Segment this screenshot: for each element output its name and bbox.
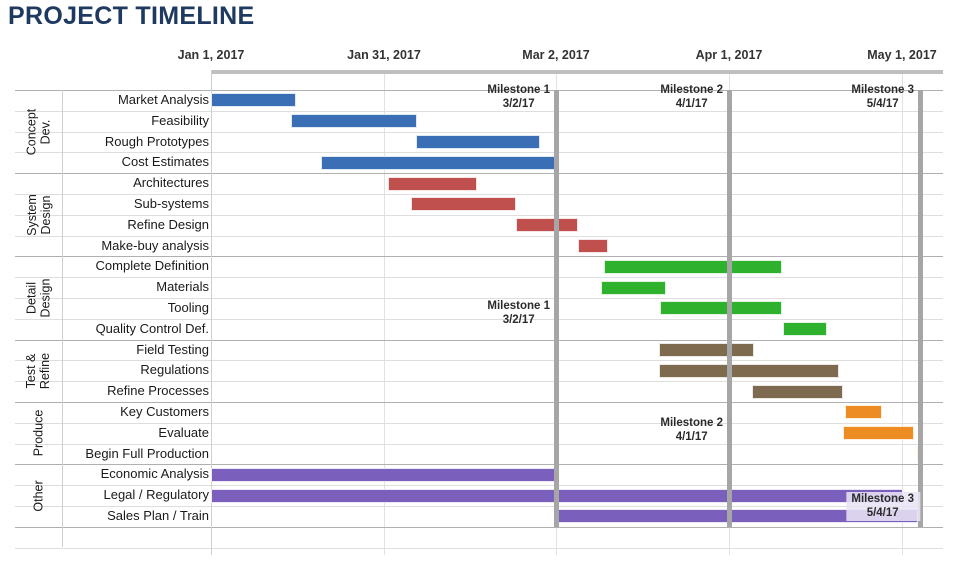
milestone-name: Milestone 2 <box>660 84 723 96</box>
milestone-name: Milestone 2 <box>660 417 723 429</box>
task-label: Quality Control Def. <box>95 320 209 336</box>
milestone-date: 3/2/17 <box>502 97 535 110</box>
group-label-text: Concept Dev. <box>24 108 53 155</box>
axis-tick-label: May 1, 2017 <box>867 48 937 62</box>
axis-tick-label: Jan 31, 2017 <box>347 48 421 62</box>
group-label: Detail Design <box>15 256 62 339</box>
row-gridline <box>15 422 943 424</box>
task-bar[interactable] <box>211 93 296 108</box>
milestone-date: 4/1/17 <box>675 97 708 110</box>
task-bar[interactable] <box>411 197 516 212</box>
task-label: Tooling <box>167 300 209 315</box>
task-label: Cost Estimates <box>121 154 209 170</box>
group-label: Produce <box>15 402 62 464</box>
task-bar[interactable] <box>416 135 540 149</box>
axis-tick-label: Jan 1, 2017 <box>177 48 245 62</box>
task-label: Field Testing <box>136 341 209 357</box>
task-bar[interactable] <box>211 467 556 482</box>
task-label: Feasibility <box>151 112 209 128</box>
group-label: Other <box>15 464 62 526</box>
task-bar[interactable] <box>659 363 839 378</box>
milestone-name: Milestone 3 <box>851 493 914 505</box>
milestone-line <box>918 90 923 527</box>
axis-tick-label: Mar 2, 2017 <box>522 48 590 62</box>
milestone-date: 5/4/17 <box>866 506 899 519</box>
row-gridline <box>15 526 943 528</box>
task-bar[interactable] <box>752 384 843 399</box>
gantt-plot-area: Concept Dev. System Design Detail Design Test … <box>15 70 943 555</box>
milestone-label: Milestone 2 4/1/17 <box>660 84 729 111</box>
task-label: Key Customers <box>120 404 209 419</box>
group-label-text: Test & Refine <box>24 352 53 389</box>
gantt-chart-page: PROJECT TIMELINE Jan 1, 2017 Jan 31, 2017… <box>0 0 958 568</box>
group-label: Concept Dev. <box>15 90 62 173</box>
task-bar[interactable] <box>659 343 754 357</box>
row-gridline <box>15 547 943 549</box>
task-label: Make-buy analysis <box>101 237 209 253</box>
milestone-label: Milestone 1 3/2/17 <box>487 300 556 327</box>
group-label: Test & Refine <box>15 340 62 402</box>
group-label-text: Other <box>31 479 46 512</box>
task-label: Materials <box>156 279 209 295</box>
row-gridline <box>15 277 943 279</box>
vertical-gridline <box>384 74 385 555</box>
plot-top-bar <box>211 70 943 74</box>
milestone-label: Milestone 1 3/2/17 <box>487 84 556 111</box>
group-label-text: Detail Design <box>24 278 53 318</box>
task-label: Complete Definition <box>95 258 209 274</box>
milestone-line <box>727 90 732 527</box>
group-label: System Design <box>15 173 62 256</box>
task-bar[interactable] <box>660 301 782 316</box>
task-label: Evaluate <box>158 424 209 440</box>
task-bar[interactable] <box>601 280 666 295</box>
task-bar[interactable] <box>291 114 417 129</box>
milestone-date: 4/1/17 <box>675 430 708 443</box>
task-bar[interactable] <box>783 322 827 337</box>
task-bar[interactable] <box>578 239 608 253</box>
label-column-separator <box>211 70 212 555</box>
task-bar[interactable] <box>604 259 782 274</box>
task-label: Refine Design <box>127 216 209 232</box>
page-title: PROJECT TIMELINE <box>8 2 255 30</box>
axis-tick-label: Apr 1, 2017 <box>695 48 763 62</box>
milestone-label: Milestone 3 5/4/17 <box>851 84 920 111</box>
task-label: Market Analysis <box>117 92 209 107</box>
milestone-date: 5/4/17 <box>866 97 899 110</box>
task-label: Economic Analysis <box>100 466 209 482</box>
task-bar[interactable] <box>845 405 882 420</box>
task-label: Sales Plan / Train <box>107 508 209 523</box>
milestone-date: 3/2/17 <box>502 313 535 326</box>
group-column-separator <box>62 90 63 547</box>
task-bar[interactable] <box>843 426 914 441</box>
task-bar[interactable] <box>516 218 578 233</box>
row-gridline <box>15 298 943 299</box>
task-label: Begin Full Production <box>85 445 209 461</box>
milestone-name: Milestone 1 <box>487 300 550 312</box>
task-label: Rough Prototypes <box>104 133 209 149</box>
task-label: Refine Processes <box>107 383 209 399</box>
group-label-text: System Design <box>24 193 53 236</box>
task-bar[interactable] <box>321 155 556 170</box>
task-label: Sub-systems <box>133 196 209 211</box>
task-label: Regulations <box>140 362 209 378</box>
task-label: Architectures <box>133 175 209 191</box>
vertical-gridline <box>902 74 903 555</box>
milestone-name: Milestone 3 <box>851 84 914 96</box>
milestone-label: Milestone 3 5/4/17 <box>846 492 920 521</box>
milestone-name: Milestone 1 <box>487 84 550 96</box>
group-label-text: Produce <box>31 409 46 457</box>
task-bar[interactable] <box>388 176 477 191</box>
milestone-label: Milestone 2 4/1/17 <box>660 417 729 444</box>
task-label: Legal / Regulatory <box>103 487 209 503</box>
